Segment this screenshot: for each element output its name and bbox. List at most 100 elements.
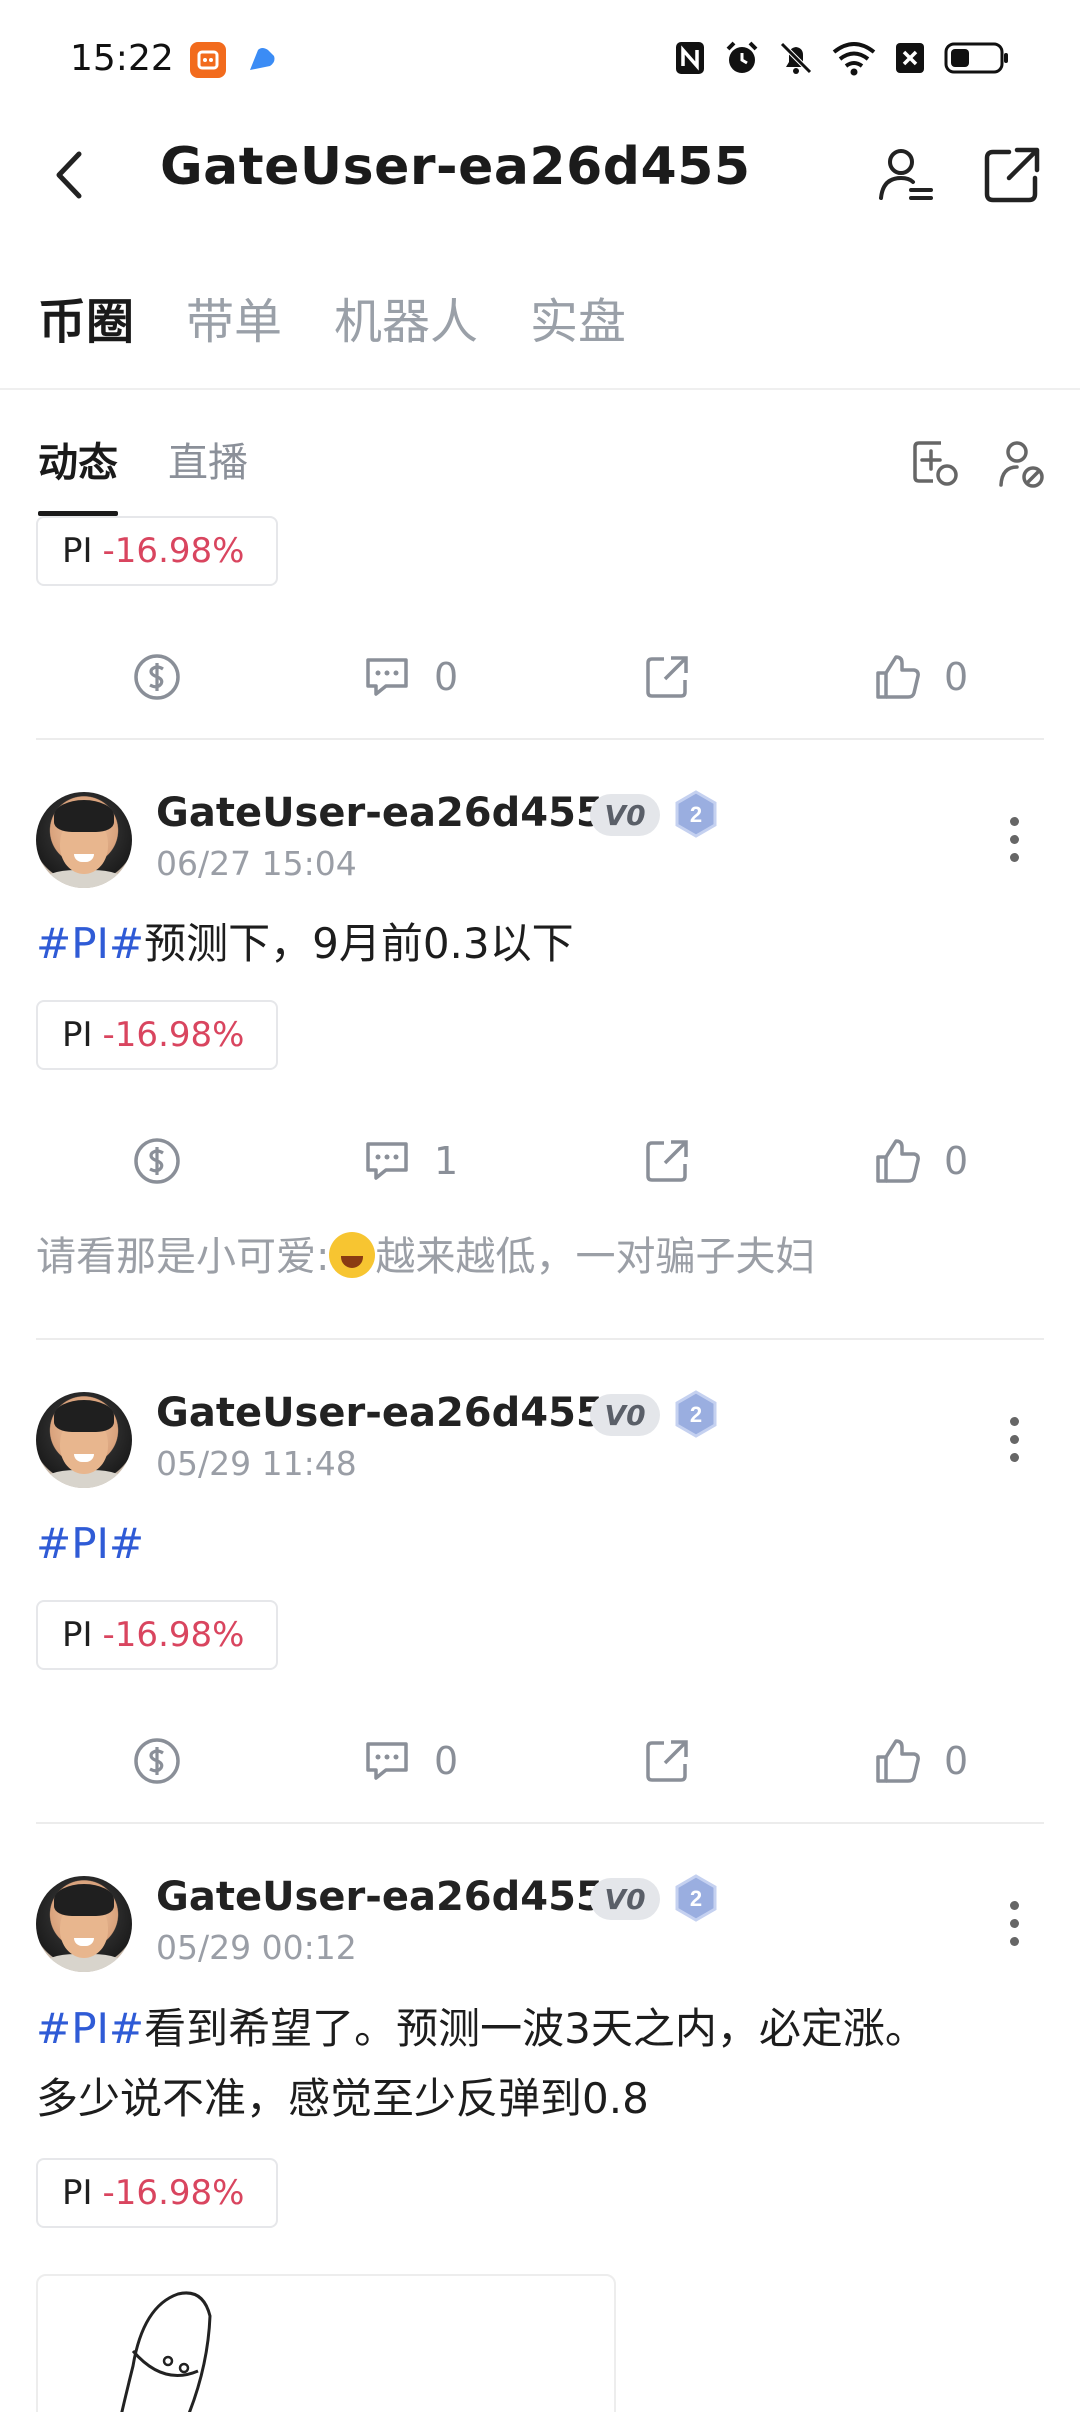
create-post-button[interactable] (908, 436, 964, 492)
post-body: 预测下，9月前0.3以下 (144, 919, 574, 968)
like-count: 0 (944, 1739, 969, 1783)
comment-count: 1 (434, 1139, 459, 1183)
thumbs-up-icon (876, 1739, 920, 1783)
category-tabs: 币圈 带单 机器人 实盘 (38, 282, 626, 352)
mute-icon (780, 42, 812, 74)
post-image[interactable] (36, 2274, 616, 2412)
post-actions: 0 0 (0, 1726, 1080, 1796)
svg-text:2: 2 (690, 1402, 702, 1427)
user-follow-icon (999, 441, 1044, 488)
following-settings-button[interactable] (994, 436, 1050, 492)
share-post-button[interactable] (644, 1726, 690, 1796)
coin-symbol: PI (62, 2173, 93, 2213)
share-post-button[interactable] (644, 1126, 690, 1196)
avatar[interactable] (36, 1876, 132, 1972)
username[interactable]: GateUser-ea26d455 (156, 790, 604, 836)
status-bar: 15:22 (0, 0, 1080, 125)
hashtag[interactable]: #PI# (36, 919, 144, 968)
avatar[interactable] (36, 792, 132, 888)
tip-button[interactable] (132, 642, 182, 712)
hashtag[interactable]: #PI# (36, 2004, 144, 2053)
app-orange-icon (190, 42, 226, 78)
comment-button[interactable]: 1 (362, 1126, 458, 1196)
tip-button[interactable] (132, 1726, 182, 1796)
svg-text:2: 2 (690, 1886, 702, 1911)
sim-x-icon (896, 43, 924, 73)
coin-symbol: PI (62, 531, 93, 571)
post-content[interactable]: #PI# (36, 1509, 1046, 1579)
post-time: 05/29 11:48 (156, 1444, 357, 1483)
username[interactable]: GateUser-ea26d455 (156, 1390, 604, 1436)
tabs-divider (0, 388, 1080, 390)
tab-live-account[interactable]: 实盘 (530, 282, 626, 352)
like-button[interactable]: 0 (874, 642, 968, 712)
profile-settings-button[interactable] (874, 143, 938, 207)
hexagon-icon: 2 (675, 1390, 717, 1438)
post-content[interactable]: #PI#预测下，9月前0.3以下 (36, 909, 1046, 979)
hexagon-icon: 2 (675, 790, 717, 838)
tab-posts[interactable]: 动态 (38, 430, 118, 516)
like-button[interactable]: 0 (874, 1726, 968, 1796)
share-icon (646, 656, 688, 698)
more-options-button[interactable] (994, 1888, 1034, 1958)
post-feed[interactable]: PI -16.98% 0 0 GateUser-ea26d455 V0 2 06… (0, 510, 1080, 2412)
coin-change: -16.98% (102, 1615, 245, 1655)
battery-icon (944, 42, 1008, 74)
back-button[interactable] (38, 145, 98, 205)
level-badge: 2 (674, 790, 718, 838)
more-options-button[interactable] (994, 804, 1034, 874)
coin-tag[interactable]: PI -16.98% (36, 2158, 278, 2228)
hashtag[interactable]: #PI# (36, 1519, 144, 1568)
avatar[interactable] (36, 1392, 132, 1488)
wifi-icon (832, 42, 876, 76)
coin-tag[interactable]: PI -16.98% (36, 1600, 278, 1670)
post-actions: 1 0 (0, 1126, 1080, 1196)
post-content[interactable]: #PI#看到希望了。预测一波3天之内，必定涨。 多少说不准，感觉至少反弹到0.8 (36, 1994, 1046, 2134)
more-options-button[interactable] (994, 1404, 1034, 1474)
coin-tip-icon (134, 1738, 180, 1784)
coin-tip-icon (134, 654, 180, 700)
tab-bots[interactable]: 机器人 (334, 282, 478, 352)
tip-button[interactable] (132, 1126, 182, 1196)
share-profile-button[interactable] (980, 143, 1044, 207)
post-time: 06/27 15:04 (156, 844, 357, 883)
level-badge: 2 (674, 1874, 718, 1922)
post-divider (36, 1338, 1044, 1340)
coin-symbol: PI (62, 1615, 93, 1655)
tab-live[interactable]: 直播 (168, 430, 248, 516)
sketch-drawing-icon (120, 2291, 212, 2412)
comment-button[interactable]: 0 (362, 642, 458, 712)
nfc-icon (676, 42, 704, 74)
comment-preview[interactable]: 请看那是小可爱: 越来越低，一对骗子夫妇 (36, 1224, 815, 1282)
post-divider (36, 738, 1044, 740)
post-divider (36, 1822, 1044, 1824)
like-count: 0 (944, 1139, 969, 1183)
laughing-emoji-icon (329, 1232, 376, 1278)
vip-badge: V0 (590, 1878, 660, 1920)
tab-crypto[interactable]: 币圈 (38, 282, 134, 352)
share-icon (646, 1740, 688, 1782)
status-icons (674, 40, 1010, 76)
coin-tag[interactable]: PI -16.98% (36, 1000, 278, 1070)
share-post-button[interactable] (644, 642, 690, 712)
chevron-left-icon (56, 151, 82, 199)
page-title: GateUser-ea26d455 (160, 137, 751, 197)
comment-icon (366, 1142, 408, 1180)
vip-badge: V0 (590, 794, 660, 836)
app-blue-icon (244, 42, 280, 78)
alarm-icon (726, 41, 758, 73)
tab-copy-trading[interactable]: 带单 (186, 282, 282, 352)
comment-button[interactable]: 0 (362, 1726, 458, 1796)
coin-symbol: PI (62, 1015, 93, 1055)
like-button[interactable]: 0 (874, 1126, 968, 1196)
post-body: 看到希望了。预测一波3天之内，必定涨。 (144, 2004, 927, 2053)
share-icon (646, 1140, 688, 1182)
thumbs-up-icon (876, 655, 920, 699)
coin-change: -16.98% (102, 1015, 245, 1055)
username[interactable]: GateUser-ea26d455 (156, 1874, 604, 1920)
user-edit-icon (879, 149, 933, 200)
top-app-bar: GateUser-ea26d455 (0, 125, 1080, 225)
comment-icon (366, 1742, 408, 1780)
like-count: 0 (944, 655, 969, 699)
coin-tag[interactable]: PI -16.98% (36, 516, 278, 586)
